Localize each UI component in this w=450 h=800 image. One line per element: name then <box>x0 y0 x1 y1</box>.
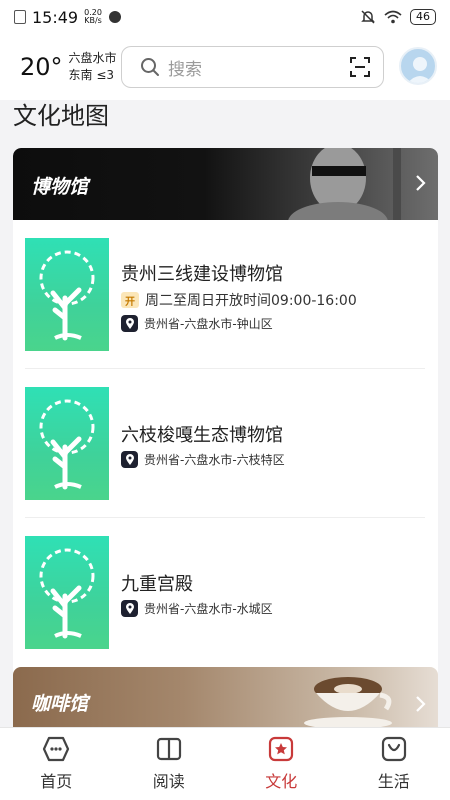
nav-read-label: 阅读 <box>152 772 185 791</box>
search-placeholder: 搜索 <box>168 59 202 80</box>
scan-icon[interactable] <box>349 56 371 78</box>
museum-address: 贵州省-六盘水市-水城区 <box>121 600 273 617</box>
top-header: 20° 六盘水市 东南 ≤3 搜索 <box>0 34 450 100</box>
tree-logo-icon <box>39 250 95 341</box>
search-icon <box>141 58 159 76</box>
museum-thumbnail <box>25 387 109 500</box>
app-status-icon <box>108 11 121 23</box>
location-pin-icon <box>121 600 138 617</box>
museum-thumbnail <box>25 238 109 351</box>
museum-name: 贵州三线建设博物馆 <box>121 264 283 285</box>
museum-banner[interactable]: 博物馆 <box>13 148 438 220</box>
chevron-right-icon <box>416 175 426 191</box>
status-time: 15:49 <box>32 7 79 27</box>
life-bag-icon <box>381 736 406 762</box>
museum-thumbnail <box>25 536 109 649</box>
nav-home[interactable]: 首页 <box>0 728 113 800</box>
weather-wind: 东南 ≤3 <box>68 68 115 82</box>
notification-icon <box>14 10 26 24</box>
home-icon <box>43 736 70 762</box>
book-icon <box>156 737 181 761</box>
page-title: 文化地图 <box>13 102 109 130</box>
museum-card: 博物馆 贵州三线建设博物馆 开 周二至周日开放时间09:00-16:00 贵州省… <box>13 148 438 688</box>
divider <box>25 368 425 369</box>
nav-culture-label: 文化 <box>265 772 298 791</box>
avatar[interactable] <box>399 47 437 85</box>
wifi-icon <box>384 10 402 24</box>
nav-life-label: 生活 <box>377 772 410 791</box>
museum-section-title: 博物馆 <box>31 176 89 198</box>
tree-logo-icon <box>39 399 95 490</box>
chevron-right-icon <box>416 696 426 712</box>
location-pin-icon <box>121 451 138 468</box>
coffee-cup-illustration <box>304 677 392 727</box>
nav-read[interactable]: 阅读 <box>113 728 226 800</box>
avatar-user-icon <box>407 57 433 83</box>
opening-hours: 开 周二至周日开放时间09:00-16:00 <box>121 290 357 310</box>
cafe-section-title: 咖啡馆 <box>31 693 89 715</box>
weather-location[interactable]: 六盘水市 东南 ≤3 <box>69 50 117 84</box>
nav-life[interactable]: 生活 <box>338 728 450 800</box>
museum-address: 贵州省-六盘水市-钟山区 <box>121 315 273 332</box>
divider <box>25 517 425 518</box>
open-badge-icon: 开 <box>121 292 139 308</box>
nav-culture[interactable]: 文化 <box>225 728 338 800</box>
mute-bell-icon <box>361 10 375 24</box>
statue-illustration <box>288 148 401 220</box>
location-pin-icon <box>121 315 138 332</box>
tree-logo-icon <box>39 548 95 639</box>
cafe-banner[interactable]: 咖啡馆 <box>13 667 438 727</box>
museum-name: 九重宫殿 <box>121 574 193 595</box>
museum-item[interactable]: 贵州三线建设博物馆 开 周二至周日开放时间09:00-16:00 贵州省-六盘水… <box>25 238 425 358</box>
weather-city: 六盘水市 <box>68 51 117 65</box>
museum-address: 贵州省-六盘水市-六枝特区 <box>121 451 285 468</box>
nav-home-label: 首页 <box>40 772 73 791</box>
museum-item[interactable]: 九重宫殿 贵州省-六盘水市-水城区 <box>25 536 425 656</box>
search-bar[interactable]: 搜索 <box>121 46 384 88</box>
culture-star-icon <box>269 736 294 762</box>
battery-indicator: 46 <box>410 9 436 25</box>
bottom-nav: 首页 阅读 文化 生活 <box>0 727 450 800</box>
status-bar: 15:49 0.20 KB/s 46 <box>0 0 450 34</box>
net-speed: 0.20 KB/s <box>84 8 102 25</box>
museum-item[interactable]: 六枝梭嘎生态博物馆 贵州省-六盘水市-六枝特区 <box>25 387 425 507</box>
weather-temperature: 20° <box>20 53 63 81</box>
museum-name: 六枝梭嘎生态博物馆 <box>121 425 283 446</box>
